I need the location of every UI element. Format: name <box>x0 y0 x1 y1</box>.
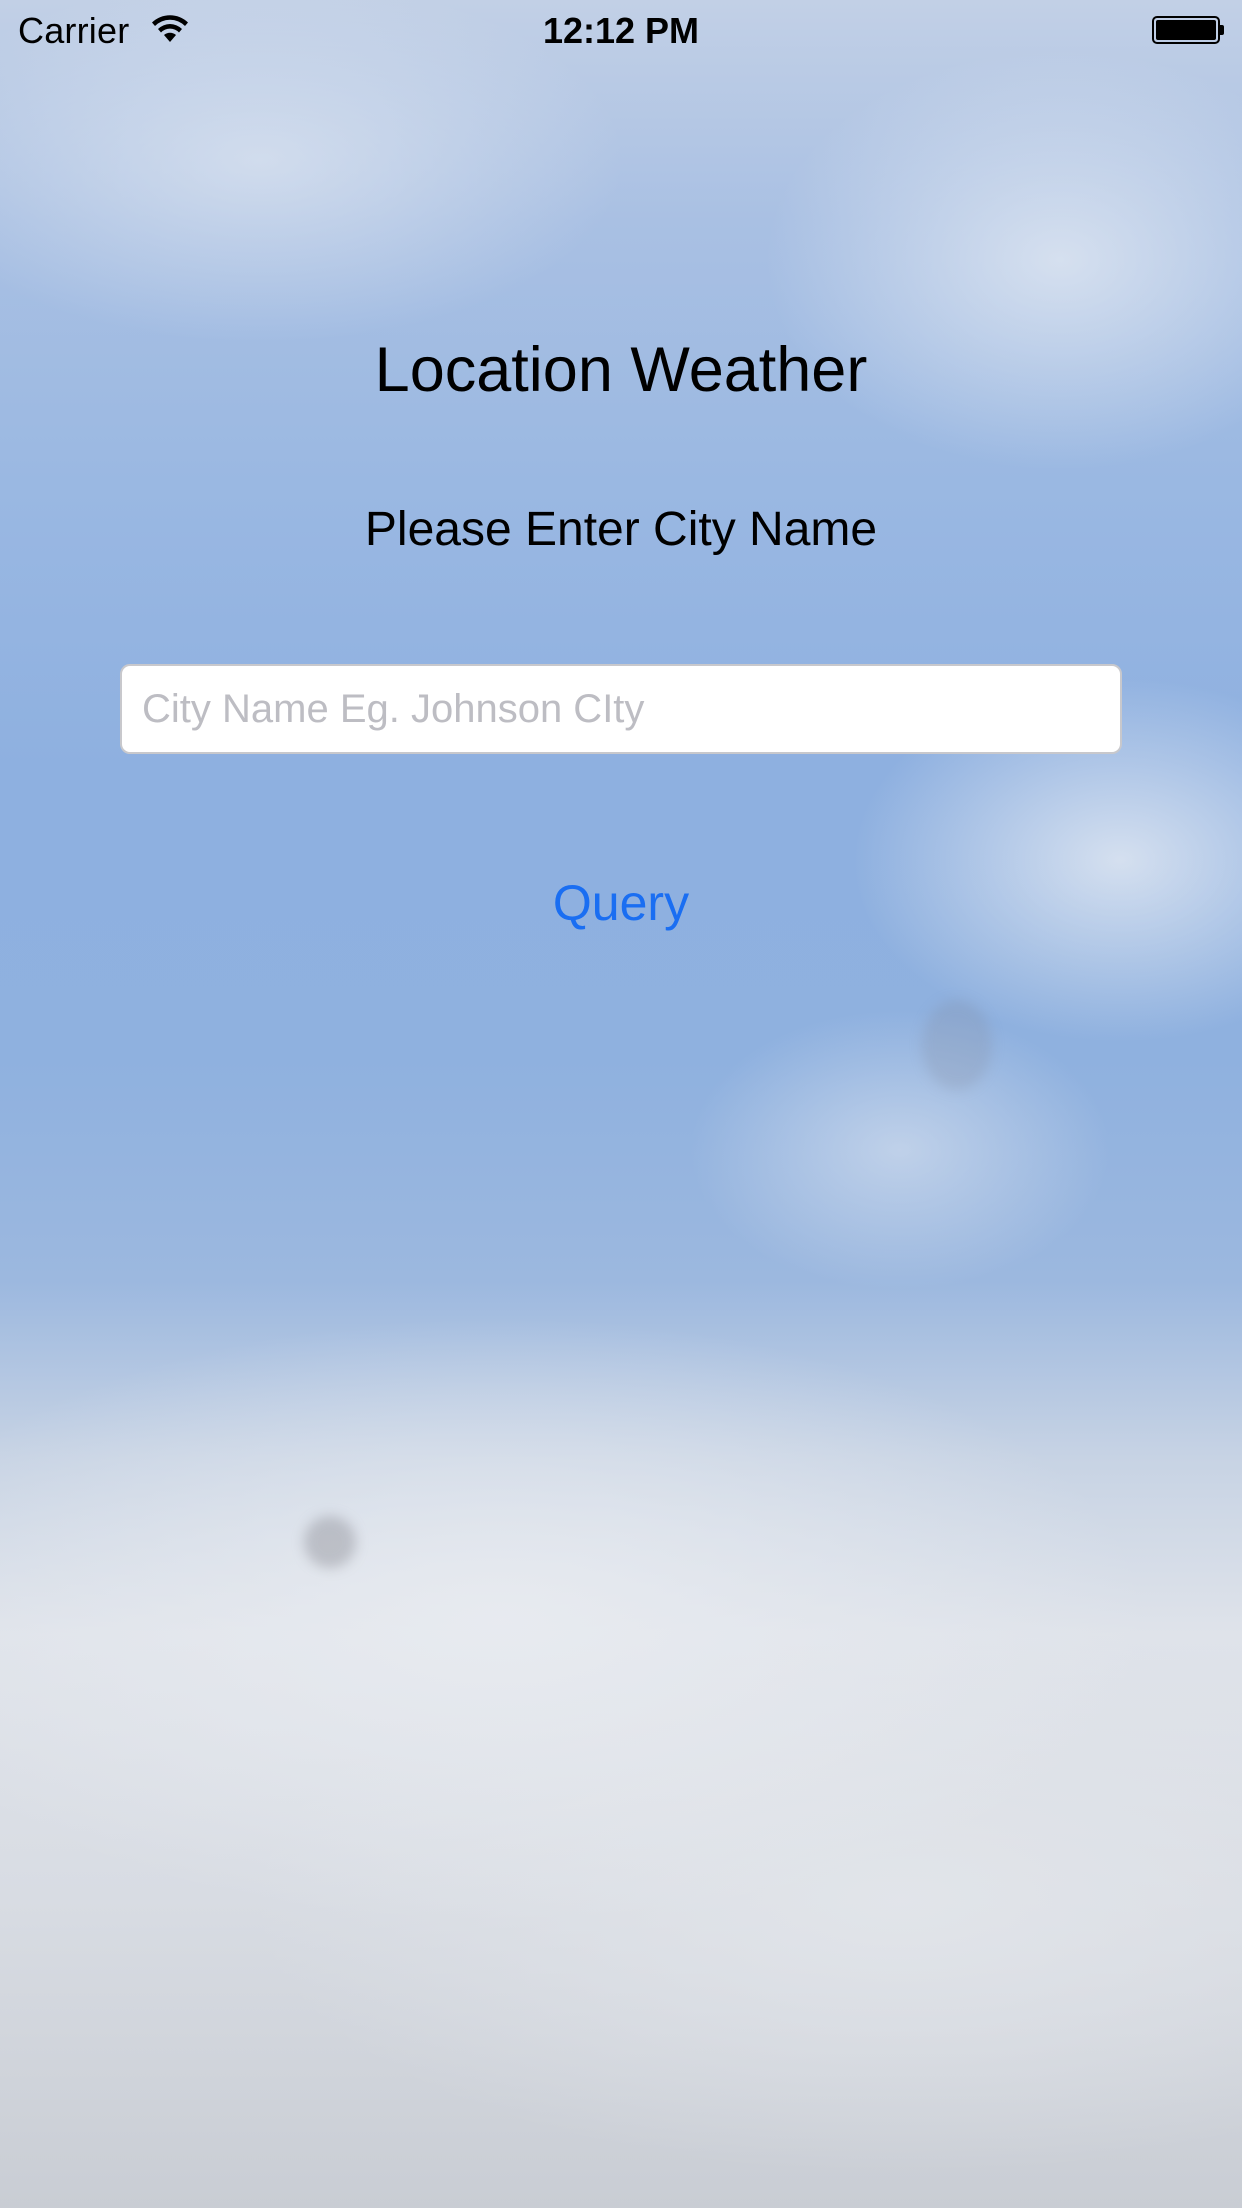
sky-background <box>0 0 1242 2208</box>
battery-icon <box>1152 16 1220 44</box>
city-name-input[interactable] <box>120 664 1122 754</box>
battery-level <box>1156 20 1216 40</box>
battery-tip <box>1220 25 1224 35</box>
page-title: Location Weather <box>374 335 868 405</box>
query-button[interactable]: Query <box>521 866 721 940</box>
status-bar: Carrier 12:12 PM <box>0 0 1242 62</box>
sky-speck <box>922 1000 992 1090</box>
city-prompt-label: Please Enter City Name <box>364 503 878 556</box>
sky-speck <box>304 1516 356 1568</box>
clock-label: 12:12 PM <box>542 10 700 51</box>
